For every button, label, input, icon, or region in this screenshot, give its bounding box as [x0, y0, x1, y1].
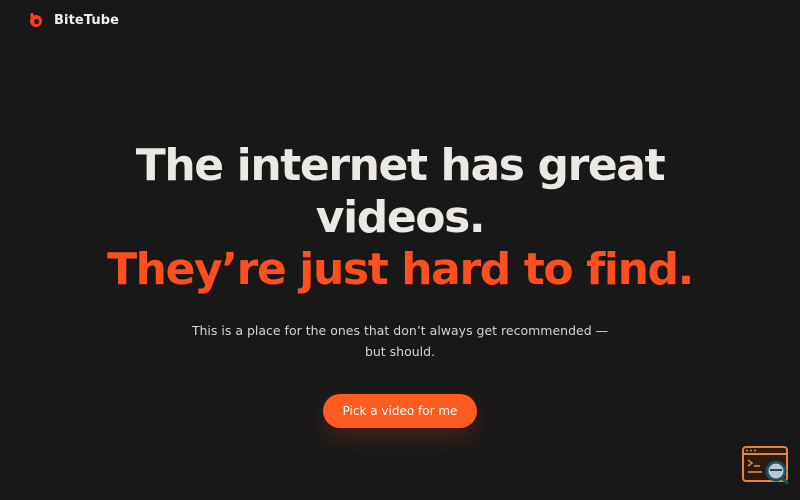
hero-subheadline: This is a place for the ones that don’t …	[191, 323, 609, 359]
hero-headline: The internet has great videos. They’re j…	[0, 140, 800, 296]
hero-section: The internet has great videos. They’re j…	[0, 140, 800, 428]
bitetube-logo-icon[interactable]	[28, 12, 44, 28]
browser-search-widget[interactable]	[742, 446, 790, 486]
pick-video-button[interactable]: Pick a video for me	[322, 394, 478, 428]
top-bar: BiteTube	[28, 10, 119, 30]
browser-search-icon	[742, 446, 790, 486]
headline-accent-line: They’re just hard to find.	[107, 244, 694, 295]
headline-line-2: videos.	[315, 192, 486, 243]
brand-name[interactable]: BiteTube	[54, 13, 119, 28]
headline-line-1: The internet has great	[135, 140, 666, 191]
